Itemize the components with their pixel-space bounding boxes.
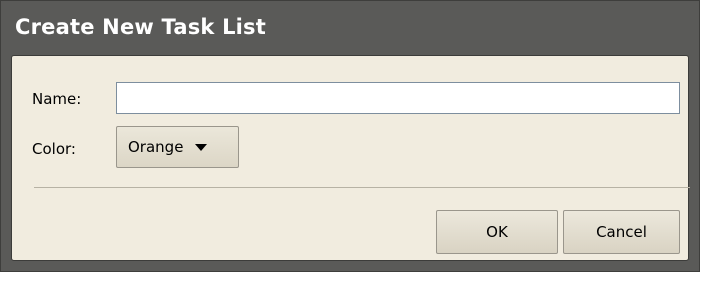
dialog-content: Name: Color: Orange OK Cancel [11,55,690,261]
divider [34,187,690,188]
dialog-title: Create New Task List [15,15,266,39]
create-task-list-dialog: Create New Task List Name: Color: Orange… [0,0,700,272]
color-label: Color: [32,140,76,158]
cancel-button[interactable]: Cancel [563,210,680,254]
color-select[interactable]: Orange [116,126,239,168]
name-label: Name: [32,90,82,108]
name-input[interactable] [116,82,680,114]
color-select-value: Orange [128,138,184,156]
ok-button[interactable]: OK [436,210,558,254]
dialog-titlebar: Create New Task List [1,1,699,53]
chevron-down-icon [195,143,208,151]
